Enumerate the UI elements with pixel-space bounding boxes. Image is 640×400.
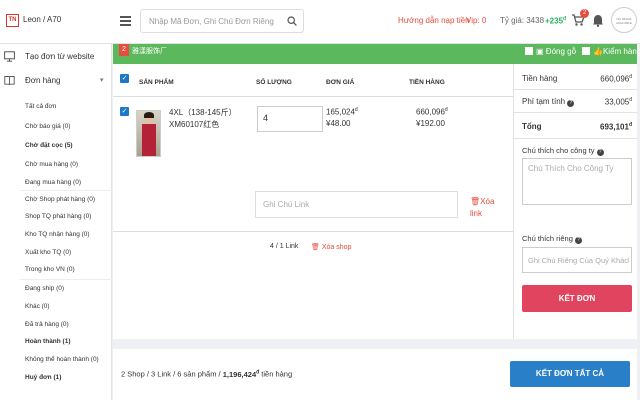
divider (514, 138, 637, 139)
sidebar-subitem[interactable]: Hoàn thành (1) (25, 338, 71, 345)
search-box (140, 9, 304, 33)
col-header-quantity: SỐ LƯỢNG (256, 79, 292, 86)
quantity-field (257, 106, 323, 132)
inspect-option[interactable]: 👍Kiểm hàng (582, 47, 640, 56)
sidebar: Tạo đơn từ website Đơn hàng ▾ Tất cả đơn… (0, 44, 112, 400)
user-name[interactable]: Leon / A70 (23, 15, 61, 24)
cart-footer: 2 Shop / 3 Link / 6 sản phẩm / 1,196,424… (113, 349, 637, 400)
avatar[interactable]: NO IMAGE AVAILABLE (611, 7, 637, 33)
shop-header: 2 雅漾服饰厂 ▣ Đóng gỗ 👍Kiểm hàng (113, 44, 640, 64)
top-header: TN Leon / A70 Hướng dẫn nạp tiền Vip: 0 … (0, 0, 640, 44)
exchange-rate: Tỷ giá: 3438 (500, 16, 545, 25)
sidebar-subitem[interactable]: Chờ mua hàng (0) (25, 161, 78, 168)
unit-price-vnd: 165,024đ (326, 107, 358, 117)
sidebar-subitem[interactable]: Xuất kho TQ (0) (25, 249, 71, 256)
logo[interactable]: TN (6, 14, 19, 27)
divider (514, 112, 637, 113)
package-icon: ▣ (536, 47, 544, 56)
private-note-field (522, 247, 632, 273)
sidebar-subitem[interactable]: Không thể hoàn thành (0) (25, 356, 99, 363)
wood-pack-option[interactable]: ▣ Đóng gỗ (525, 47, 576, 56)
divider (513, 64, 514, 339)
wood-pack-checkbox[interactable] (525, 47, 533, 55)
sidebar-subitem[interactable]: Khác (0) (25, 303, 50, 310)
cart-panel: 2 雅漾服饰厂 ▣ Đóng gỗ 👍Kiểm hàng ✓ SẢN PHẨM … (113, 44, 640, 339)
select-all-checkbox[interactable]: ✓ (120, 74, 129, 83)
links-count: 4 / 1 Link (270, 243, 299, 250)
company-note-label: Chú thích cho công ty ? (522, 146, 604, 156)
chevron-down-icon[interactable]: ▾ (100, 76, 104, 84)
inspect-checkbox[interactable] (582, 47, 590, 55)
sidebar-item-label: Đơn hàng (25, 76, 61, 85)
trash-icon: 🗑 (311, 244, 320, 251)
sidebar-subitem[interactable]: Đã trả hàng (0) (25, 321, 69, 328)
cart-summary-text: 2 Shop / 3 Link / 6 sản phẩm / 1,196,424… (121, 369, 293, 379)
search-icon[interactable] (287, 16, 297, 26)
sidebar-subitem[interactable]: Kho TQ nhận hàng (0) (25, 231, 90, 238)
sidebar-subitem[interactable]: Chờ đặt cọc (5) (25, 142, 73, 149)
col-header-unit-price: ĐƠN GIÁ (326, 79, 355, 86)
info-icon[interactable]: ? (596, 149, 604, 156)
divider (113, 231, 513, 232)
sidebar-subitem[interactable]: Chờ Shop phát hàng (0) (25, 196, 95, 203)
product-checkbox[interactable]: ✓ (120, 107, 129, 116)
delete-shop-button[interactable]: 🗑 Xóa shop (311, 243, 351, 251)
sidebar-subitem[interactable]: Chờ báo giá (0) (25, 123, 70, 130)
book-icon (4, 76, 15, 86)
delete-link-button[interactable]: 🗑Xóa link (470, 196, 500, 220)
quantity-input[interactable] (258, 107, 318, 129)
private-note-input[interactable] (523, 248, 629, 272)
info-icon[interactable]: ? (574, 237, 582, 244)
divider (113, 96, 513, 97)
sidebar-item-label: Tạo đơn từ website (25, 52, 95, 61)
cart-count-badge: 2 (580, 9, 589, 18)
shop-number-badge: 2 (119, 44, 129, 56)
product-size: 4XL（138-145斤） (169, 108, 237, 117)
sidebar-subitem[interactable]: Trong kho VN (0) (25, 266, 75, 273)
topup-guide-link[interactable]: Hướng dẫn nạp tiền (398, 16, 470, 25)
sidebar-subitem[interactable]: Shop TQ phát hàng (0) (25, 213, 91, 220)
bell-icon[interactable] (592, 14, 604, 27)
col-header-total: TIỀN HÀNG (409, 79, 445, 86)
sidebar-subitem[interactable]: Đang mua hàng (0) (25, 179, 81, 186)
sidebar-item-create-order[interactable]: Tạo đơn từ website (0, 47, 112, 67)
link-note-field (255, 191, 458, 218)
link-note-input[interactable] (256, 192, 451, 217)
place-all-orders-button[interactable]: KẾT ĐƠN TẤT CẢ (510, 361, 630, 387)
divider (20, 279, 112, 280)
balance[interactable]: +235đ (545, 16, 566, 26)
menu-icon[interactable] (120, 16, 131, 29)
search-input[interactable] (141, 10, 281, 32)
company-note-input[interactable] (522, 158, 632, 205)
unit-price-cny: ¥48.00 (326, 119, 351, 128)
divider (514, 89, 637, 90)
total-cny: ¥192.00 (416, 119, 445, 128)
sidebar-subitem[interactable]: Đang ship (0) (25, 285, 64, 292)
sidebar-item-orders[interactable]: Đơn hàng ▾ (0, 71, 112, 91)
col-header-product: SẢN PHẨM (139, 79, 174, 86)
vip-level[interactable]: Vip: 0 (466, 16, 486, 25)
sidebar-subitem[interactable]: Huỷ đơn (1) (25, 374, 61, 381)
shop-name[interactable]: 雅漾服饰厂 (132, 46, 167, 56)
product-variant: XM60107红色 (169, 120, 220, 129)
divider (20, 190, 112, 191)
place-order-button[interactable]: KẾT ĐƠN (522, 285, 632, 312)
product-image[interactable] (136, 110, 161, 157)
private-note-label: Chú thích riêng ? (522, 234, 582, 244)
total-vnd: 660,096đ (416, 107, 448, 117)
monitor-icon (4, 51, 15, 62)
trash-icon: 🗑 (470, 197, 481, 206)
sidebar-subitem[interactable]: Tất cả đơn (25, 103, 56, 110)
info-icon[interactable]: ? (567, 100, 575, 107)
thumbs-up-icon: 👍 (593, 47, 603, 56)
